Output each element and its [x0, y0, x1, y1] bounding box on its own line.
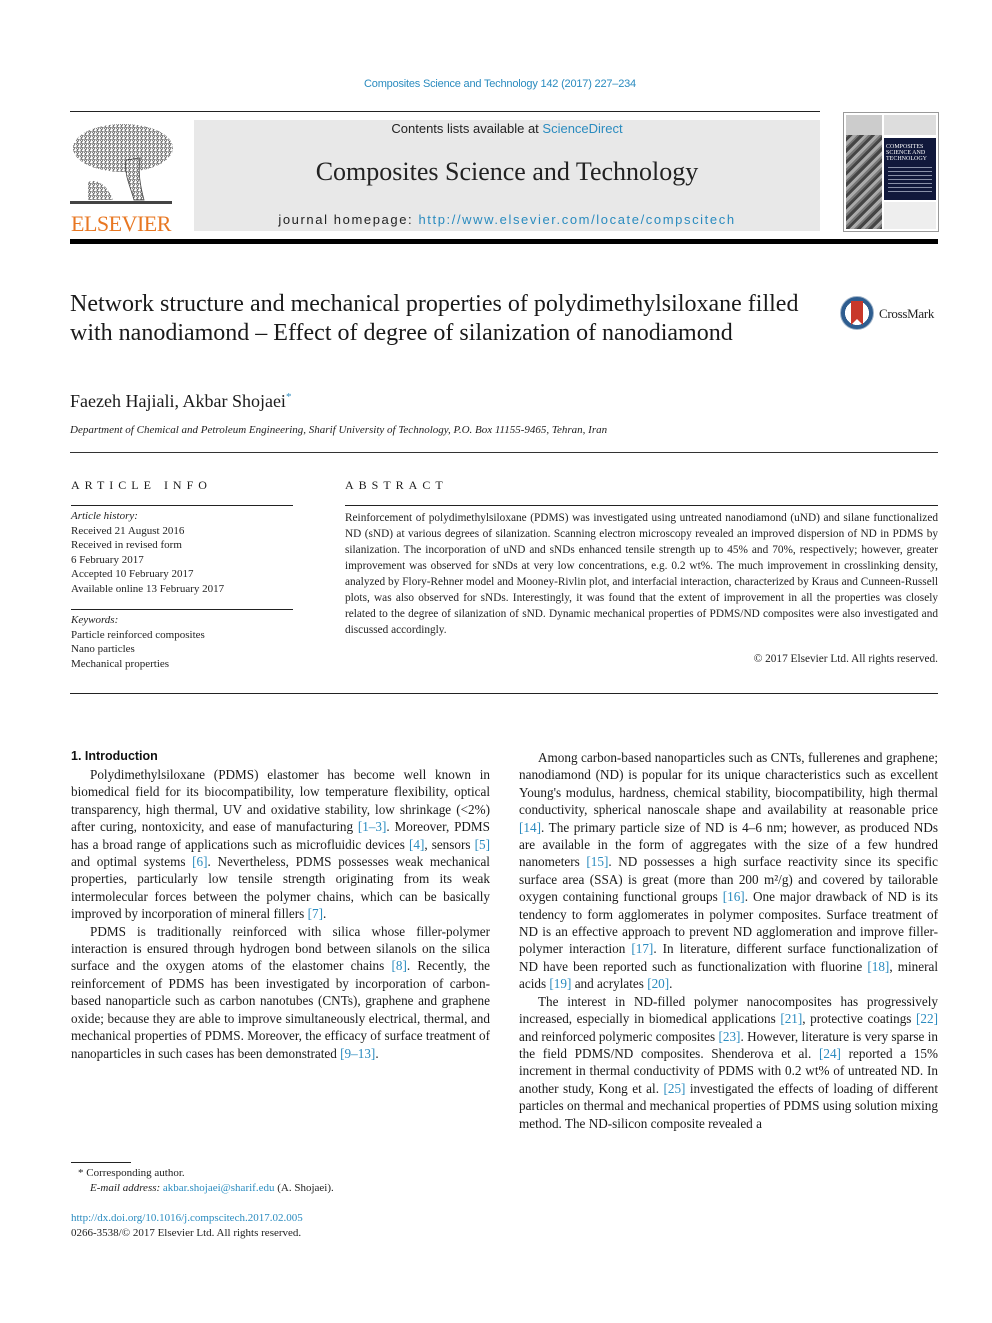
body-text: . [322, 906, 327, 922]
history-item: Accepted 10 February 2017 [71, 568, 194, 580]
journal-homepage: journal homepage: http://www.elsevier.co… [194, 212, 820, 227]
article-history: Article history: Received 21 August 2016… [71, 509, 296, 596]
corresponding-line: * Corresponding author. [78, 1166, 334, 1181]
email-link[interactable]: akbar.shojaei@sharif.edu [163, 1182, 275, 1194]
citation-link[interactable]: [20] [647, 976, 669, 991]
citation-link[interactable]: [18] [867, 959, 889, 974]
cover-top-band [884, 115, 936, 135]
elsevier-logo[interactable]: ELSEVIER [68, 120, 174, 236]
abstract-rule [345, 505, 938, 506]
contents-prefix: Contents lists available at [391, 121, 543, 136]
body-text: . Recently, the reinforcement of PDMS ha… [71, 958, 491, 1061]
citation-link[interactable]: [16] [723, 889, 745, 904]
journal-reference-link[interactable]: Composites Science and Technology 142 (2… [0, 78, 992, 90]
citation-link[interactable]: [21] [780, 1011, 802, 1026]
citation-link[interactable]: [5] [475, 837, 490, 852]
citation-link[interactable]: [6] [192, 854, 207, 869]
history-item: Received in revised form [71, 539, 182, 551]
corresponding-label: Corresponding author. [86, 1167, 185, 1179]
footnote-mark: * [78, 1167, 84, 1179]
keywords-rule [71, 609, 293, 610]
issn-copyright: 0266-3538/© 2017 Elsevier Ltd. All right… [71, 1227, 302, 1239]
citation-link[interactable]: [19] [549, 976, 571, 991]
crossmark-label: CrossMark [879, 306, 935, 321]
abstract-text: Reinforcement of polydimethylsiloxane (P… [345, 512, 938, 636]
affiliation: Department of Chemical and Petroleum Eng… [70, 424, 608, 436]
email-suffix: (A. Shojaei). [274, 1182, 334, 1194]
history-item: Received 21 August 2016 [71, 524, 185, 537]
citation-link[interactable]: [15] [586, 854, 608, 869]
footnote-rule [71, 1162, 131, 1163]
body-text: . [375, 1045, 379, 1061]
doi-block: http://dx.doi.org/10.1016/j.compscitech.… [71, 1211, 303, 1241]
elsevier-wordmark: ELSEVIER [71, 211, 171, 236]
citation-link[interactable]: [7] [308, 906, 323, 921]
article-info-rule [71, 505, 293, 506]
body-paragraph: The interest in ND-filled polymer nanoco… [519, 993, 938, 1132]
authors-text: Faezeh Hajiali, Akbar Shojaei [70, 391, 286, 411]
article-title: Network structure and mechanical propert… [70, 291, 799, 346]
journal-banner: Contents lists available at ScienceDirec… [194, 120, 820, 231]
body-paragraph: Polydimethylsiloxane (PDMS) elastomer ha… [71, 766, 490, 923]
keywords-label: Keywords: [71, 614, 119, 626]
abstract-bottom-rule [70, 693, 938, 694]
history-item: Available online 13 February 2017 [71, 582, 225, 595]
history-label: Article history: [71, 510, 138, 522]
citation-link[interactable]: [17] [631, 941, 653, 956]
citation-link[interactable]: [9–13] [340, 1046, 375, 1061]
citation-link[interactable]: [23] [718, 1029, 740, 1044]
citation-link[interactable]: [22] [916, 1011, 938, 1026]
doi-link[interactable]: http://dx.doi.org/10.1016/j.compscitech.… [71, 1211, 303, 1226]
citation-link[interactable]: [1–3] [358, 819, 387, 834]
body-paragraph: PDMS is traditionally reinforced with si… [71, 923, 490, 1062]
cover-logo-area [846, 115, 882, 135]
cover-editor-lines [888, 167, 932, 195]
history-item: 6 February 2017 [71, 553, 144, 566]
body-text: . [669, 976, 673, 992]
citation-link[interactable]: [8] [391, 958, 406, 973]
body-column-left: Polydimethylsiloxane (PDMS) elastomer ha… [71, 766, 490, 1062]
contents-line: Contents lists available at ScienceDirec… [194, 121, 820, 136]
corresponding-author-footnote: * Corresponding author. E-mail address: … [78, 1166, 334, 1196]
citation-link[interactable]: [4] [409, 837, 424, 852]
email-line: E-mail address: akbar.shojaei@sharif.edu… [78, 1181, 334, 1196]
cover-title: COMPOSITES SCIENCE AND TECHNOLOGY [886, 144, 927, 162]
homepage-link[interactable]: http://www.elsevier.com/locate/compscite… [418, 212, 735, 227]
title-rule [70, 452, 938, 453]
cover-bottom-band [884, 202, 936, 229]
article-info-heading: ARTICLE INFO [71, 478, 212, 492]
body-text: and acrylates [571, 976, 648, 992]
author-list: Faezeh Hajiali, Akbar Shojaei* [70, 391, 291, 412]
keyword-item: Mechanical properties [71, 657, 170, 670]
citation-link[interactable]: [14] [519, 820, 541, 835]
section-heading-introduction: 1. Introduction [71, 749, 158, 763]
body-text: and optimal systems [71, 854, 193, 870]
keywords: Keywords: Particle reinforced composites… [71, 613, 296, 671]
body-text: , protective coatings [802, 1011, 917, 1027]
citation-link[interactable]: [25] [663, 1081, 685, 1096]
citation-link[interactable]: [24] [819, 1046, 841, 1061]
journal-cover-thumbnail[interactable]: COMPOSITES SCIENCE AND TECHNOLOGY [843, 112, 939, 232]
body-text: Among carbon-based nanoparticles such as… [519, 750, 938, 818]
abstract-copyright: © 2017 Elsevier Ltd. All rights reserved… [753, 653, 938, 665]
keyword-item: Nano particles [71, 643, 135, 655]
abstract-heading: ABSTRACT [345, 478, 448, 492]
journal-name: Composites Science and Technology [315, 157, 699, 186]
email-label: E-mail address: [90, 1182, 163, 1194]
body-text: , sensors [424, 836, 475, 852]
body-text: and reinforced polymeric composites [519, 1028, 719, 1044]
sciencedirect-link[interactable]: ScienceDirect [542, 121, 622, 136]
crossmark-button[interactable]: CrossMark [840, 295, 940, 335]
corresponding-author-mark[interactable]: * [286, 391, 292, 403]
body-column-right: Among carbon-based nanoparticles such as… [519, 749, 938, 1132]
keyword-item: Particle reinforced composites [71, 628, 205, 641]
homepage-prefix: journal homepage: [278, 212, 419, 227]
elsevier-tree-icon [70, 124, 173, 204]
header-rule [70, 111, 820, 112]
body-paragraph: Among carbon-based nanoparticles such as… [519, 749, 938, 993]
header-thick-rule [70, 239, 938, 244]
